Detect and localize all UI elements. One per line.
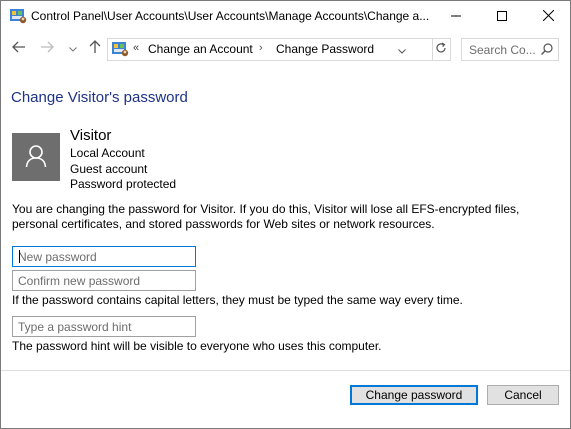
window: Control Panel\User Accounts\User Account… [0, 0, 571, 429]
search-icon [540, 42, 554, 59]
search-placeholder: Search Co... [469, 43, 536, 57]
search-box[interactable]: Search Co... [461, 38, 559, 61]
title-bar: Control Panel\User Accounts\User Account… [1, 1, 570, 32]
breadcrumb-separator[interactable]: › [259, 42, 263, 54]
user-avatar-icon [25, 144, 47, 171]
maximize-button[interactable] [479, 1, 525, 32]
password-hint-field[interactable] [12, 316, 196, 337]
maximize-icon [497, 10, 507, 24]
back-button[interactable] [9, 38, 29, 58]
warning-text: You are changing the password for Visito… [12, 202, 520, 231]
new-password-field[interactable] [12, 246, 196, 267]
divider [1, 370, 570, 371]
avatar [12, 133, 60, 181]
close-button[interactable] [525, 1, 570, 32]
forward-arrow-icon [40, 41, 54, 56]
text-caret [19, 250, 20, 263]
navigation-bar: « Change an Account › Change Password Se… [1, 32, 570, 65]
forward-button[interactable] [37, 38, 57, 58]
password-hint-input[interactable] [13, 317, 194, 336]
breadcrumb-overflow[interactable]: « [133, 42, 139, 54]
back-arrow-icon [12, 41, 26, 56]
account-status: Password protected [70, 177, 177, 191]
account-type: Local Account [70, 146, 145, 160]
address-bar[interactable]: « Change an Account › Change Password [107, 38, 433, 61]
recent-locations-button[interactable] [63, 38, 83, 58]
window-title: Control Panel\User Accounts\User Account… [31, 9, 430, 23]
refresh-button[interactable] [431, 38, 451, 61]
chevron-down-icon [398, 43, 406, 57]
close-icon [542, 9, 554, 24]
control-panel-icon [9, 8, 27, 25]
control-panel-icon [111, 41, 129, 58]
breadcrumb-change-an-account[interactable]: Change an Account [148, 42, 253, 56]
page-title: Change Visitor's password [11, 89, 188, 106]
case-sensitivity-note: If the password contains capital letters… [12, 293, 463, 307]
up-button[interactable] [85, 38, 105, 58]
address-dropdown-button[interactable] [394, 39, 410, 60]
minimize-button[interactable] [433, 1, 479, 32]
change-password-button[interactable]: Change password [350, 385, 478, 405]
confirm-password-input[interactable] [13, 271, 194, 290]
chevron-down-icon [69, 41, 77, 55]
cancel-button[interactable]: Cancel [487, 385, 559, 405]
up-arrow-icon [89, 39, 101, 57]
breadcrumb-change-password[interactable]: Change Password [276, 42, 374, 56]
refresh-icon [435, 42, 447, 57]
hint-visibility-note: The password hint will be visible to eve… [12, 339, 382, 353]
confirm-password-field[interactable] [12, 270, 196, 291]
minimize-icon [451, 10, 461, 24]
account-name: Visitor [70, 127, 112, 144]
new-password-input[interactable] [13, 247, 194, 266]
account-role: Guest account [70, 162, 148, 176]
